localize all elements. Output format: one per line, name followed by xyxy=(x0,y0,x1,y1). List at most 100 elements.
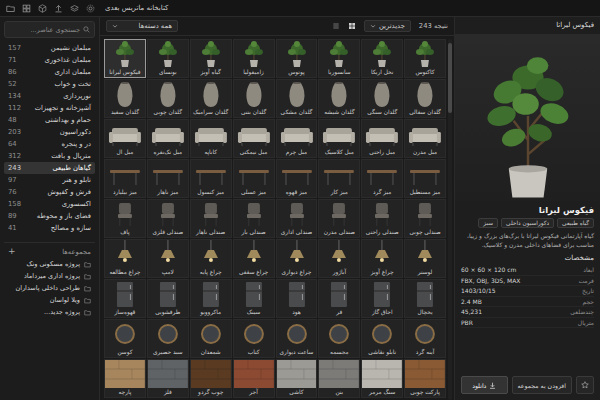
asset-card[interactable]: میز کنسول xyxy=(190,159,232,198)
category-item[interactable]: فرش و کفپوش 76 xyxy=(4,186,95,198)
asset-card[interactable]: صندلی فلزی xyxy=(147,199,189,238)
asset-card[interactable]: زامیفولیا xyxy=(233,39,275,78)
category-item[interactable]: تخت و خواب 52 xyxy=(4,78,95,90)
asset-card[interactable]: صندلی بار xyxy=(233,199,275,238)
asset-card[interactable]: پارکت چوبی xyxy=(404,359,446,398)
asset-card[interactable]: مبل نیمکتی xyxy=(233,119,275,158)
asset-card[interactable]: صندلی اداری xyxy=(276,199,318,238)
asset-card[interactable]: میز گرد xyxy=(361,159,403,198)
asset-card[interactable]: پوتوس xyxy=(276,39,318,78)
asset-card[interactable]: میز بیلیارد xyxy=(104,159,146,198)
asset-card[interactable]: فلز xyxy=(147,359,189,398)
asset-card[interactable]: شمعدان xyxy=(190,319,232,358)
asset-card[interactable]: سانسوریا xyxy=(318,39,360,78)
add-to-collection-button[interactable]: افزودن به مجموعه xyxy=(512,376,572,394)
asset-card[interactable]: پارچه xyxy=(104,359,146,398)
favorite-button[interactable] xyxy=(576,376,594,394)
asset-card[interactable]: گلدان چوبی xyxy=(147,79,189,118)
category-item[interactable]: آشپزخانه و تجهیزات 112 xyxy=(4,102,95,114)
asset-card[interactable]: کاناپه xyxy=(190,119,232,158)
asset-card[interactable]: نخل اریکا xyxy=(361,39,403,78)
asset-card[interactable]: گلدان سفالی xyxy=(404,79,446,118)
asset-card[interactable]: میز کار xyxy=(318,159,360,198)
category-item[interactable]: نورپردازی 134 xyxy=(4,90,95,102)
asset-card[interactable]: چراغ آویز xyxy=(361,239,403,278)
grid-icon[interactable] xyxy=(22,4,31,13)
category-item[interactable]: مبلمان غذاخوری 71 xyxy=(4,54,95,66)
category-item[interactable]: سازه و مصالح 41 xyxy=(4,222,95,234)
asset-card[interactable]: کاکتوس xyxy=(404,39,446,78)
folder-icon[interactable] xyxy=(6,4,15,13)
collection-item[interactable]: ویلا لواسان xyxy=(4,294,95,306)
asset-card[interactable]: گلدان سنگی xyxy=(361,79,403,118)
category-item[interactable]: مبلمان اداری 86 xyxy=(4,66,95,78)
category-item[interactable]: فضای باز و محوطه 89 xyxy=(4,210,95,222)
asset-card[interactable]: میز مستطیل xyxy=(404,159,446,198)
asset-card[interactable]: ظرفشویی xyxy=(147,279,189,318)
asset-card[interactable]: بتن xyxy=(318,359,360,398)
collection-item[interactable]: پروژه جدید... xyxy=(4,306,95,318)
category-filter-dropdown[interactable]: همه دسته‌ها xyxy=(106,20,178,32)
asset-card[interactable]: گلدان مشکی xyxy=(276,79,318,118)
category-item[interactable]: گیاهان طبیعی 243 xyxy=(4,162,95,174)
asset-card[interactable]: مبل مدرن xyxy=(404,119,446,158)
collection-item[interactable]: پروژه مسکونی ونک xyxy=(4,258,95,270)
asset-card[interactable]: مبل ال xyxy=(104,119,146,158)
scrollbar[interactable] xyxy=(448,39,452,400)
asset-card[interactable]: لوستر xyxy=(404,239,446,278)
asset-card[interactable]: گلدان سرامیک xyxy=(190,79,232,118)
settings-icon[interactable] xyxy=(86,4,95,13)
asset-card[interactable]: قهوه‌ساز xyxy=(104,279,146,318)
asset-card[interactable]: صندلی ناهار xyxy=(190,199,232,238)
asset-card[interactable]: صندلی راحتی xyxy=(361,199,403,238)
asset-card[interactable]: ماکروویو xyxy=(190,279,232,318)
asset-card[interactable]: میز ناهار xyxy=(147,159,189,198)
asset-card[interactable]: میز قهوه xyxy=(276,159,318,198)
asset-card[interactable]: چراغ مطالعه xyxy=(104,239,146,278)
add-collection-button[interactable]: + xyxy=(8,247,16,256)
cube-icon[interactable] xyxy=(38,4,47,13)
category-item[interactable]: در و پنجره 64 xyxy=(4,138,95,150)
asset-card[interactable]: گلدان سفید xyxy=(104,79,146,118)
asset-card[interactable]: گلدان شیشه xyxy=(318,79,360,118)
asset-card[interactable]: هود xyxy=(276,279,318,318)
layers-icon[interactable] xyxy=(70,4,79,13)
asset-card[interactable]: صندلی چوبی xyxy=(404,199,446,238)
asset-card[interactable]: گلدان بتنی xyxy=(233,79,275,118)
asset-card[interactable]: گیاه آویز xyxy=(190,39,232,78)
tag[interactable]: دکوراسیون داخلی xyxy=(501,218,554,228)
asset-card[interactable]: کاشی xyxy=(276,359,318,398)
asset-card[interactable]: مبل تک‌نفره xyxy=(147,119,189,158)
asset-card[interactable]: صندلی مدرن xyxy=(318,199,360,238)
asset-card[interactable]: آینه گرد xyxy=(404,319,446,358)
asset-card[interactable]: مبل کلاسیک xyxy=(318,119,360,158)
asset-card[interactable]: سنگ مرمر xyxy=(361,359,403,398)
asset-card[interactable]: فیکوس لیراتا xyxy=(104,39,146,78)
asset-card[interactable]: یخچال xyxy=(404,279,446,318)
list-view-icon[interactable] xyxy=(332,22,340,30)
asset-card[interactable]: میز عسلی xyxy=(233,159,275,198)
asset-card[interactable]: فر xyxy=(318,279,360,318)
tag[interactable]: سبز xyxy=(478,218,498,228)
collection-item[interactable]: طراحی داخلی پاسداران xyxy=(4,282,95,294)
upload-icon[interactable] xyxy=(54,4,63,13)
asset-card[interactable]: چراغ سقفی xyxy=(233,239,275,278)
category-item[interactable]: مبلمان نشیمن 157 xyxy=(4,42,95,54)
asset-card[interactable]: سبد حصیری xyxy=(147,319,189,358)
search-field[interactable]: جستجوی عناصر... xyxy=(4,21,95,38)
tag[interactable]: گیاه طبیعی xyxy=(557,218,594,228)
collection-item[interactable]: پروژه اداری میرداماد xyxy=(4,270,95,282)
scrollbar-thumb[interactable] xyxy=(448,43,452,113)
asset-card[interactable]: کتاب xyxy=(233,319,275,358)
asset-card[interactable]: پاف xyxy=(104,199,146,238)
category-item[interactable]: دکوراسیون 203 xyxy=(4,126,95,138)
sort-dropdown[interactable]: جدیدترین xyxy=(364,20,411,32)
asset-card[interactable]: اجاق گاز xyxy=(361,279,403,318)
category-item[interactable]: اکسسوری 158 xyxy=(4,198,95,210)
category-item[interactable]: تابلو و هنر 97 xyxy=(4,174,95,186)
category-item[interactable]: متریال و بافت 312 xyxy=(4,150,95,162)
asset-card[interactable]: چراغ دیواری xyxy=(276,239,318,278)
asset-card[interactable]: چراغ پایه xyxy=(190,239,232,278)
asset-card[interactable]: سینک xyxy=(233,279,275,318)
asset-card[interactable]: بونسای xyxy=(147,39,189,78)
